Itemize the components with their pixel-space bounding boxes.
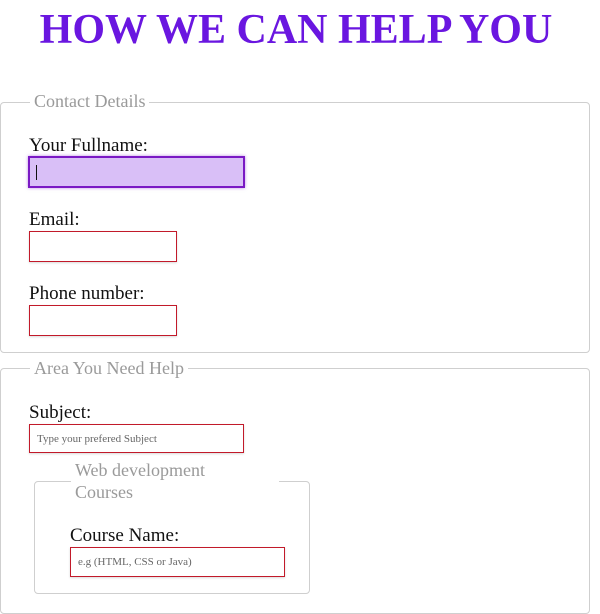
phone-input[interactable]	[29, 305, 177, 336]
fullname-input[interactable]	[28, 156, 245, 188]
web-dev-legend-line2: Courses	[75, 482, 133, 502]
web-dev-courses-legend: Web development Courses	[71, 459, 279, 503]
subject-label: Subject:	[29, 402, 92, 423]
course-name-label: Course Name:	[70, 525, 180, 546]
course-name-input[interactable]	[70, 547, 285, 577]
help-area-legend: Area You Need Help	[30, 358, 188, 378]
phone-label: Phone number:	[29, 283, 145, 304]
web-dev-legend-line1: Web development	[75, 460, 206, 480]
page-title: HOW WE CAN HELP YOU	[39, 7, 553, 53]
text-cursor	[36, 165, 37, 180]
fullname-label: Your Fullname:	[29, 135, 148, 156]
email-input[interactable]	[29, 231, 177, 262]
subject-input[interactable]	[29, 424, 244, 453]
email-label: Email:	[29, 209, 80, 230]
contact-details-legend: Contact Details	[30, 91, 150, 111]
